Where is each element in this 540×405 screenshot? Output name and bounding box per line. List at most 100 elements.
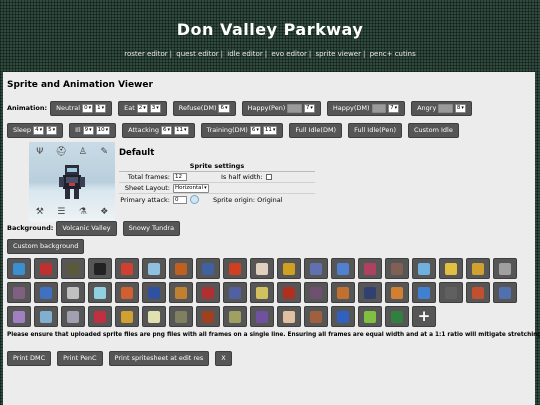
sprite-select-button[interactable] bbox=[34, 258, 58, 279]
frame-select[interactable]: 6 bbox=[160, 125, 172, 135]
sprite-select-button[interactable] bbox=[169, 258, 193, 279]
anim-sleep-button[interactable]: Sleep45 bbox=[7, 122, 64, 138]
sprite-select-button[interactable] bbox=[277, 306, 301, 327]
sprite-select-button[interactable] bbox=[34, 282, 58, 303]
sprite-select-button[interactable] bbox=[61, 258, 85, 279]
sprite-select-button[interactable] bbox=[250, 282, 274, 303]
custom-idle-button[interactable]: Custom Idle bbox=[408, 122, 459, 138]
sprite-select-button[interactable] bbox=[439, 282, 463, 303]
print-penc-button[interactable]: Print PenC bbox=[57, 350, 103, 366]
sprite-select-button[interactable] bbox=[493, 282, 517, 303]
bg-snowy-tundra-button[interactable]: Snowy Tundra bbox=[122, 220, 181, 236]
helmet-icon[interactable]: ⛑ bbox=[51, 142, 73, 162]
sprite-select-button[interactable] bbox=[142, 258, 166, 279]
close-button[interactable]: X bbox=[215, 350, 232, 366]
frame-select[interactable]: 5 bbox=[46, 125, 58, 135]
sprite-select-button[interactable] bbox=[358, 306, 382, 327]
frame-select[interactable]: 3 bbox=[149, 103, 161, 113]
anim-angry-button[interactable]: Angry008 bbox=[411, 100, 472, 116]
figure-icon[interactable]: ♙ bbox=[72, 142, 94, 162]
sprite-select-button[interactable] bbox=[466, 282, 490, 303]
sprite-select-button[interactable] bbox=[277, 258, 301, 279]
sheet-layout-select[interactable]: Horizontal bbox=[173, 183, 209, 193]
sprite-select-button[interactable] bbox=[304, 306, 328, 327]
sprite-select-button[interactable] bbox=[223, 306, 247, 327]
nav-penc-cutins[interactable]: penc+ cutins bbox=[370, 50, 416, 58]
primary-attack-input[interactable]: 0 bbox=[173, 195, 187, 204]
nav-evo-editor[interactable]: evo editor bbox=[271, 50, 307, 58]
frame-select[interactable]: 7 bbox=[388, 103, 400, 113]
nav-sprite-viewer[interactable]: sprite viewer bbox=[315, 50, 361, 58]
sprite-select-button[interactable] bbox=[304, 282, 328, 303]
sprite-select-button[interactable] bbox=[250, 306, 274, 327]
anim-ill-button[interactable]: Ill910 bbox=[69, 122, 117, 138]
frame-select[interactable]: 10 bbox=[95, 125, 111, 135]
sprite-select-button[interactable] bbox=[385, 282, 409, 303]
sprite-select-button[interactable] bbox=[169, 282, 193, 303]
sprite-select-button[interactable] bbox=[385, 306, 409, 327]
frame-select[interactable]: 4 bbox=[33, 125, 45, 135]
sprite-select-button[interactable] bbox=[331, 282, 355, 303]
sprite-select-button[interactable] bbox=[412, 258, 436, 279]
print-spritesheet-button[interactable]: Print spritesheet at edit res bbox=[108, 350, 210, 366]
sprite-select-button[interactable] bbox=[88, 282, 112, 303]
sprite-select-button[interactable] bbox=[223, 282, 247, 303]
sprite-select-button[interactable] bbox=[304, 258, 328, 279]
sprite-select-button[interactable] bbox=[142, 282, 166, 303]
sprite-select-button[interactable] bbox=[142, 306, 166, 327]
sprite-select-button[interactable] bbox=[115, 258, 139, 279]
anim-happy-dm-button[interactable]: Happy(DM)007 bbox=[326, 100, 406, 116]
sprite-select-button[interactable] bbox=[88, 306, 112, 327]
sprite-select-button[interactable] bbox=[196, 258, 220, 279]
sprite-select-button[interactable] bbox=[115, 282, 139, 303]
sprite-select-button[interactable] bbox=[61, 306, 85, 327]
sprite-select-button[interactable] bbox=[493, 258, 517, 279]
sprite-select-button[interactable] bbox=[331, 306, 355, 327]
custom-background-button[interactable]: Custom background bbox=[7, 238, 85, 254]
sprite-select-button[interactable] bbox=[358, 282, 382, 303]
full-idle-pen-button[interactable]: Full Idle(Pen) bbox=[348, 122, 403, 138]
anim-training-button[interactable]: Training(DM)611 bbox=[200, 122, 284, 138]
nav-roster-editor[interactable]: roster editor bbox=[124, 50, 167, 58]
sprite-select-button[interactable] bbox=[7, 306, 31, 327]
frame-select[interactable]: 6 bbox=[249, 125, 261, 135]
sprite-select-button[interactable] bbox=[88, 258, 112, 279]
frame-select[interactable]: 7 bbox=[303, 103, 315, 113]
anim-refuse-button[interactable]: Refuse(DM) 6 bbox=[172, 100, 236, 116]
sprite-select-button[interactable] bbox=[250, 258, 274, 279]
sprite-select-button[interactable] bbox=[196, 306, 220, 327]
half-width-checkbox[interactable] bbox=[265, 174, 272, 180]
anim-eat-button[interactable]: Eat23 bbox=[118, 100, 167, 116]
anim-attacking-button[interactable]: Attacking611 bbox=[122, 122, 195, 138]
sprite-select-button[interactable] bbox=[223, 258, 247, 279]
frame-select[interactable]: 2 bbox=[136, 103, 148, 113]
feather-icon[interactable]: ✎ bbox=[94, 142, 116, 162]
sprite-select-button[interactable] bbox=[7, 282, 31, 303]
frame-select[interactable]: 11 bbox=[173, 125, 189, 135]
print-dmc-button[interactable]: Print DMC bbox=[7, 350, 52, 366]
bg-volcanic-valley-button[interactable]: Volcanic Valley bbox=[56, 220, 117, 236]
anim-happy-pen-button[interactable]: Happy(Pen)007 bbox=[241, 100, 321, 116]
frame-select[interactable]: 11 bbox=[262, 125, 278, 135]
nav-quest-editor[interactable]: quest editor bbox=[176, 50, 218, 58]
sprite-select-button[interactable] bbox=[412, 282, 436, 303]
sprite-select-button[interactable] bbox=[439, 258, 463, 279]
trident-icon[interactable]: Ψ bbox=[29, 142, 51, 162]
frame-select[interactable]: 6 bbox=[218, 103, 230, 113]
frame-select[interactable]: 0 bbox=[82, 103, 94, 113]
frame-select[interactable]: 9 bbox=[82, 125, 94, 135]
sprite-select-button[interactable] bbox=[115, 306, 139, 327]
sprite-select-button[interactable] bbox=[385, 258, 409, 279]
anim-neutral-button[interactable]: Neutral01 bbox=[50, 100, 113, 116]
sprite-select-button[interactable] bbox=[277, 282, 301, 303]
nav-idle-editor[interactable]: idle editor bbox=[227, 50, 262, 58]
full-idle-dm-button[interactable]: Full Idle(DM) bbox=[289, 122, 343, 138]
sprite-select-button[interactable] bbox=[331, 258, 355, 279]
total-frames-input[interactable]: 12 bbox=[173, 173, 187, 181]
sprite-select-button[interactable] bbox=[196, 282, 220, 303]
add-sprite-button[interactable]: + bbox=[412, 306, 436, 327]
sprite-select-button[interactable] bbox=[358, 258, 382, 279]
sprite-select-button[interactable] bbox=[466, 258, 490, 279]
sprite-select-button[interactable] bbox=[169, 306, 193, 327]
frame-select[interactable]: 1 bbox=[95, 103, 107, 113]
